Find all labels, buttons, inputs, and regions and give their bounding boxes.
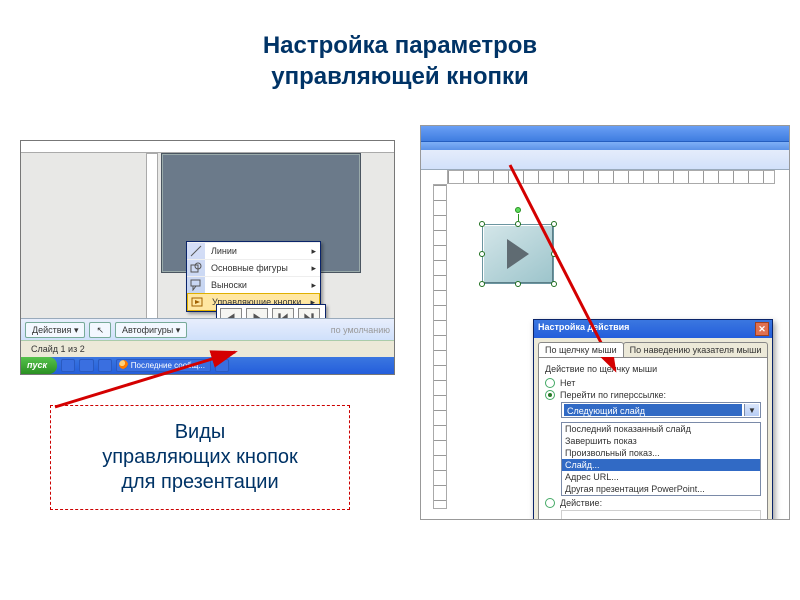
close-button[interactable]: ✕ <box>755 322 769 336</box>
resize-handle[interactable] <box>479 251 485 257</box>
menu-item-label: Основные фигуры <box>211 263 288 273</box>
drawing-toolbar[interactable]: Действия ▾ ↖ Автофигуры ▾ по умолчанию <box>21 318 394 340</box>
resize-handle[interactable] <box>479 221 485 227</box>
resize-handle[interactable] <box>551 221 557 227</box>
title-line2: управляющей кнопки <box>271 63 528 90</box>
autoshapes-dropdown-menu[interactable]: Линии ▸ Основные фигуры ▸ Выноски ▸ Упра… <box>186 241 321 312</box>
rotate-handle[interactable] <box>515 207 521 213</box>
list-item[interactable]: Завершить показ <box>562 435 760 447</box>
hyperlink-combo[interactable]: Следующий слайд ▼ <box>561 402 761 418</box>
title-line1: Настройка параметров <box>263 32 537 59</box>
slide-canvas[interactable]: Настройка действия ✕ По щелчку мыши По н… <box>447 184 777 511</box>
action-settings-dialog[interactable]: Настройка действия ✕ По щелчку мыши По н… <box>533 319 773 520</box>
vertical-ruler <box>433 184 447 509</box>
menu-item-basic-shapes[interactable]: Основные фигуры ▸ <box>187 259 320 276</box>
tab-mouse-click[interactable]: По щелчку мыши <box>538 342 624 357</box>
taskbar-item[interactable] <box>61 359 75 372</box>
list-item[interactable]: Последний показанный слайд <box>562 423 760 435</box>
screenshot-autoshapes-menu: Линии ▸ Основные фигуры ▸ Выноски ▸ Упра… <box>20 140 395 375</box>
horizontal-ruler <box>21 141 394 153</box>
chevron-right-icon: ▸ <box>311 263 316 274</box>
vertical-ruler <box>146 153 158 338</box>
windows-taskbar[interactable]: пуск Последние сообщ... <box>21 357 394 374</box>
dialog-tabs[interactable]: По щелчку мыши По наведению указателя мы… <box>534 338 772 357</box>
pointer-button[interactable]: ↖ <box>89 322 111 338</box>
taskbar-item[interactable] <box>98 359 112 372</box>
slide-title: Настройка параметров управляющей кнопки <box>0 30 800 92</box>
horizontal-ruler <box>447 170 775 184</box>
screenshot-action-settings: Настройка действия ✕ По щелчку мыши По н… <box>420 125 790 520</box>
chevron-down-icon[interactable]: ▼ <box>744 404 759 416</box>
resize-handle[interactable] <box>515 281 521 287</box>
autoshapes-dropdown[interactable]: Автофигуры ▾ <box>115 322 187 338</box>
default-label: по умолчанию <box>331 325 390 335</box>
dialog-body: Действие по щелчку мыши Нет Перейти по г… <box>538 357 768 520</box>
radio-hyperlink[interactable]: Перейти по гиперссылке: <box>545 390 761 400</box>
lines-icon <box>190 245 202 257</box>
list-item[interactable]: Произвольный показ... <box>562 447 760 459</box>
list-item[interactable]: Адрес URL... <box>562 471 760 483</box>
chevron-right-icon: ▸ <box>311 246 316 257</box>
window-titlebar[interactable] <box>421 126 789 142</box>
action-field[interactable] <box>561 510 761 520</box>
tab-mouse-over[interactable]: По наведению указателя мыши <box>623 342 769 357</box>
action-button-icon <box>191 296 203 308</box>
dialog-titlebar[interactable]: Настройка действия ✕ <box>534 320 772 338</box>
group-label: Действие по щелчку мыши <box>545 364 761 374</box>
resize-handle[interactable] <box>479 281 485 287</box>
radio-action[interactable]: Действие: <box>545 498 761 508</box>
taskbar-item[interactable] <box>79 359 93 372</box>
hyperlink-listbox[interactable]: Последний показанный слайд Завершить пок… <box>561 422 761 496</box>
slide-counter: Слайд 1 из 2 <box>31 344 85 354</box>
list-item-selected[interactable]: Слайд... <box>562 459 760 471</box>
resize-handle[interactable] <box>551 251 557 257</box>
menu-item-label: Выноски <box>211 280 247 290</box>
resize-handle[interactable] <box>551 281 557 287</box>
taskbar-item-firefox[interactable]: Последние сообщ... <box>116 359 211 372</box>
chevron-right-icon: ▸ <box>311 280 316 291</box>
actions-dropdown[interactable]: Действия ▾ <box>25 322 85 338</box>
firefox-icon <box>119 360 128 369</box>
menu-item-lines[interactable]: Линии ▸ <box>187 242 320 259</box>
radio-none[interactable]: Нет <box>545 378 761 388</box>
play-icon <box>507 239 529 269</box>
menubar-area[interactable] <box>421 142 789 150</box>
shapes-icon <box>190 262 202 274</box>
list-item[interactable]: Другая презентация PowerPoint... <box>562 483 760 495</box>
radio-icon <box>545 498 555 508</box>
caption-box: Виды управляющих кнопок для презентации <box>50 405 350 510</box>
start-button[interactable]: пуск <box>21 357 57 374</box>
dialog-title-text: Настройка действия <box>538 322 629 332</box>
radio-icon <box>545 390 555 400</box>
menu-item-label: Линии <box>211 246 237 256</box>
callout-icon <box>190 279 202 291</box>
radio-icon <box>545 378 555 388</box>
combo-selected: Следующий слайд <box>564 404 742 416</box>
menu-item-callouts[interactable]: Выноски ▸ <box>187 276 320 293</box>
action-button-shape[interactable] <box>482 224 554 284</box>
powerpoint-toolbar[interactable] <box>421 150 789 170</box>
status-bar: Слайд 1 из 2 <box>21 340 394 357</box>
taskbar-item[interactable] <box>215 359 229 372</box>
caption-text: Виды управляющих кнопок для презентации <box>102 420 298 495</box>
